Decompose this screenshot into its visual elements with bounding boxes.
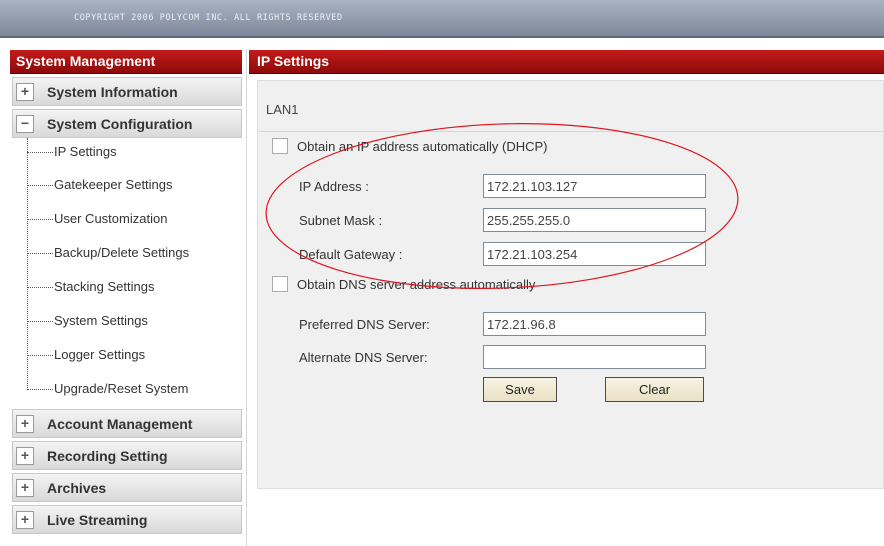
dns-auto-option: Obtain DNS server address automatically <box>272 276 535 292</box>
sidebar-item-logger-settings[interactable]: Logger Settings <box>24 338 242 372</box>
dns-auto-checkbox[interactable] <box>272 276 288 292</box>
sidebar-item-backup-delete-settings[interactable]: Backup/Delete Settings <box>24 236 242 270</box>
system-configuration-subtree: IP Settings Gatekeeper Settings User Cus… <box>24 138 242 406</box>
clear-button[interactable]: Clear <box>605 377 704 402</box>
menu-group-account-management[interactable]: + Account Management <box>12 409 242 438</box>
expand-icon[interactable]: + <box>16 414 34 433</box>
sidebar-item-system-settings[interactable]: System Settings <box>24 304 242 338</box>
sidebar-item-user-customization[interactable]: User Customization <box>24 202 242 236</box>
copyright-text: COPYRIGHT 2006 POLYCOM INC. ALL RIGHTS R… <box>74 13 343 23</box>
collapse-icon[interactable]: − <box>16 114 34 133</box>
panel-divider <box>246 50 247 546</box>
menu-group-recording-setting[interactable]: + Recording Setting <box>12 441 242 470</box>
sidebar-item-upgrade-reset-system[interactable]: Upgrade/Reset System <box>24 372 242 406</box>
preferred-dns-field[interactable] <box>483 312 706 336</box>
menu-group-label: Account Management <box>47 415 193 432</box>
alternate-dns-field[interactable] <box>483 345 706 369</box>
menu-group-archives[interactable]: + Archives <box>12 473 242 502</box>
top-banner: COPYRIGHT 2006 POLYCOM INC. ALL RIGHTS R… <box>0 0 884 38</box>
expand-icon[interactable]: + <box>16 510 34 529</box>
lan-settings-box: LAN1 Obtain an IP address automatically … <box>257 80 884 489</box>
menu-group-label: Live Streaming <box>47 511 148 528</box>
dhcp-option: Obtain an IP address automatically (DHCP… <box>272 138 547 154</box>
default-gateway-label: Default Gateway : <box>299 247 403 262</box>
alternate-dns-label: Alternate DNS Server: <box>299 350 428 365</box>
ip-address-label: IP Address : <box>299 179 369 194</box>
save-button[interactable]: Save <box>483 377 557 402</box>
main-panel: IP Settings LAN1 Obtain an IP address au… <box>249 50 884 546</box>
sidebar-title: System Management <box>10 50 242 74</box>
subnet-mask-label: Subnet Mask : <box>299 213 383 228</box>
sidebar-item-gatekeeper-settings[interactable]: Gatekeeper Settings <box>24 168 242 202</box>
section-divider <box>258 131 883 132</box>
menu-group-label: System Configuration <box>47 115 193 132</box>
menu-group-system-configuration[interactable]: − System Configuration <box>12 109 242 138</box>
section-title: LAN1 <box>266 102 299 117</box>
sidebar-item-ip-settings[interactable]: IP Settings <box>24 138 242 168</box>
dhcp-checkbox[interactable] <box>272 138 288 154</box>
menu-group-label: Recording Setting <box>47 447 168 464</box>
menu-group-label: Archives <box>47 479 107 496</box>
page-title: IP Settings <box>249 50 884 74</box>
sidebar-item-stacking-settings[interactable]: Stacking Settings <box>24 270 242 304</box>
menu-group-system-information[interactable]: + System Information <box>12 77 242 106</box>
menu-group-live-streaming[interactable]: + Live Streaming <box>12 505 242 534</box>
preferred-dns-label: Preferred DNS Server: <box>299 317 430 332</box>
ip-address-field[interactable] <box>483 174 706 198</box>
dns-auto-label: Obtain DNS server address automatically <box>297 276 536 292</box>
expand-icon[interactable]: + <box>16 446 34 465</box>
subnet-mask-field[interactable] <box>483 208 706 232</box>
menu-group-label: System Information <box>47 83 178 100</box>
expand-icon[interactable]: + <box>16 82 34 101</box>
default-gateway-field[interactable] <box>483 242 706 266</box>
sidebar: System Management + System Information −… <box>10 50 242 546</box>
dhcp-label: Obtain an IP address automatically (DHCP… <box>297 138 548 154</box>
expand-icon[interactable]: + <box>16 478 34 497</box>
